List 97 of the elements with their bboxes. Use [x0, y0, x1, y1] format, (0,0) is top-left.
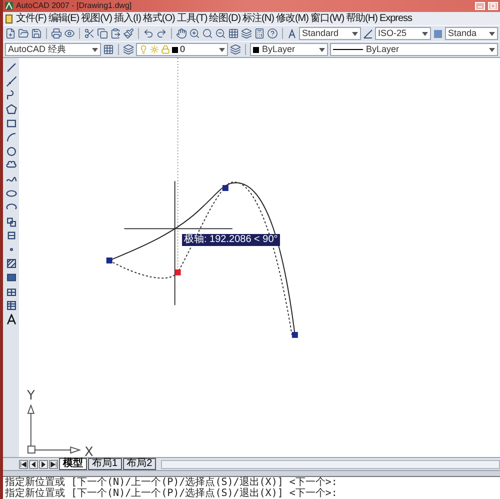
dropdown-field[interactable]: Standard [299, 27, 361, 40]
zoom-out-icon[interactable] [215, 28, 226, 39]
copy-icon[interactable] [97, 28, 108, 39]
dimension-style-icon[interactable] [363, 28, 373, 38]
line-sample [333, 49, 363, 50]
table-style-icon[interactable] [433, 28, 443, 38]
tab-nav-icon[interactable] [29, 460, 38, 468]
pan-icon[interactable] [176, 28, 187, 39]
dropdown-value: Standard [302, 29, 340, 38]
ellipse-icon[interactable] [6, 188, 16, 199]
menu-item[interactable]: 格式(O) [142, 14, 175, 24]
dropdown-value: AutoCAD 经典 [8, 45, 68, 54]
search-icon[interactable] [202, 28, 213, 39]
lock-icon [161, 45, 170, 54]
arc-icon[interactable] [6, 132, 16, 143]
caret-icon [422, 32, 428, 36]
calculator-icon[interactable] [254, 28, 265, 39]
zoom-in-icon[interactable] [189, 28, 200, 39]
menu-item[interactable]: 修改(M) [276, 14, 308, 24]
hatch-icon[interactable] [6, 258, 16, 269]
save-icon[interactable] [31, 28, 42, 39]
dropdown-value: Standa [448, 29, 478, 38]
folder-icon[interactable] [18, 28, 29, 39]
command-line: 指定新位置或 [下一个(N)/上一个(P)/选择点(S)/退出(X)] <下一个>: [5, 477, 338, 488]
menu-item[interactable]: Express [379, 14, 412, 24]
command-line: 指定新位置或 [下一个(N)/上一个(P)/选择点(S)/退出(X)] <下一个>: [5, 488, 338, 499]
caret-icon [219, 48, 225, 52]
dropdown-value: 0 [180, 45, 186, 54]
layer-dropdown[interactable]: 0 [136, 43, 228, 56]
circle-icon[interactable] [6, 146, 16, 157]
region-icon[interactable] [6, 286, 16, 297]
paste-icon[interactable] [110, 28, 121, 39]
printer-icon[interactable] [51, 28, 62, 39]
menu-item[interactable]: 文件(F) [16, 14, 46, 24]
dropdown-field[interactable]: ByLayer [250, 43, 328, 56]
menu-item[interactable]: 工具(T) [176, 14, 208, 24]
caret-icon [92, 48, 98, 52]
layout-tab[interactable]: 布局2 [122, 458, 156, 470]
grid-icon[interactable] [228, 28, 239, 39]
scissors-icon[interactable] [84, 28, 95, 39]
polar-tooltip: 极轴: 192.2086 < 90° [182, 234, 280, 246]
polyline-icon[interactable] [6, 90, 16, 101]
dropdown-field[interactable]: ISO-25 [375, 27, 431, 40]
caret-icon [319, 48, 325, 52]
grip[interactable] [292, 332, 298, 338]
sun-icon [150, 45, 159, 54]
dropdown-field[interactable]: AutoCAD 经典 [5, 43, 101, 56]
rectangle-icon[interactable] [6, 118, 16, 129]
grip[interactable] [106, 258, 112, 264]
layers-icon[interactable] [241, 28, 252, 39]
paintbrush-icon[interactable] [123, 28, 134, 39]
tab-nav-icon[interactable] [19, 460, 28, 468]
document-icon[interactable] [4, 14, 14, 24]
color-swatch [172, 46, 178, 52]
caret-icon [489, 48, 495, 52]
new-file-icon[interactable] [5, 28, 16, 39]
horizontal-scrollbar[interactable] [161, 460, 500, 468]
help-icon[interactable] [267, 28, 278, 39]
color-swatch [253, 46, 259, 52]
caret-icon [352, 32, 358, 36]
dropdown-value: ByLayer [262, 45, 296, 54]
construction-line-icon[interactable] [6, 76, 16, 87]
make-block-icon[interactable] [6, 230, 16, 241]
line-icon[interactable] [6, 62, 16, 73]
menu-item[interactable]: 帮助(H) [346, 14, 378, 24]
menu-item[interactable]: 绘图(D) [209, 14, 241, 24]
menu-item[interactable]: 视图(V) [81, 14, 112, 24]
y-axis-label: Y [26, 388, 35, 404]
insert-block-icon[interactable] [6, 216, 16, 227]
layout-tab[interactable]: 布局1 [88, 458, 122, 470]
ucs-icon [27, 404, 82, 454]
layout-tab[interactable]: 模型 [59, 458, 87, 470]
dropdown-field[interactable]: Standa [445, 27, 498, 40]
undo-icon[interactable] [143, 28, 154, 39]
tab-nav-icon[interactable] [49, 460, 58, 468]
window-title: AutoCAD 2007 - [Drawing1.dwg] [16, 2, 132, 10]
menu-item[interactable]: 编辑(E) [48, 14, 80, 24]
layers-icon[interactable] [123, 44, 134, 55]
grip[interactable] [222, 185, 228, 191]
menu-item[interactable]: 标注(N) [242, 14, 274, 24]
preview-icon[interactable] [64, 28, 75, 39]
lightbulb-icon [139, 45, 148, 54]
dropdown-value: ByLayer [366, 45, 400, 54]
polygon-icon[interactable] [6, 104, 16, 115]
dropdown-field[interactable]: ByLayer [330, 43, 498, 56]
redo-icon[interactable] [156, 28, 167, 39]
app-logo-icon [5, 2, 13, 10]
layer-previous-icon[interactable] [230, 44, 241, 55]
tab-nav-icon[interactable] [39, 460, 48, 468]
menu-item[interactable]: 插入(I) [114, 14, 141, 24]
caret-icon [489, 32, 495, 36]
dropdown-value: ISO-25 [378, 29, 408, 38]
x-axis-label: X [84, 445, 94, 457]
menu-item[interactable]: 窗口(W) [310, 14, 344, 24]
table-icon[interactable] [6, 300, 16, 311]
text-style-icon[interactable] [287, 28, 297, 38]
multiline-text-icon[interactable] [6, 314, 16, 325]
